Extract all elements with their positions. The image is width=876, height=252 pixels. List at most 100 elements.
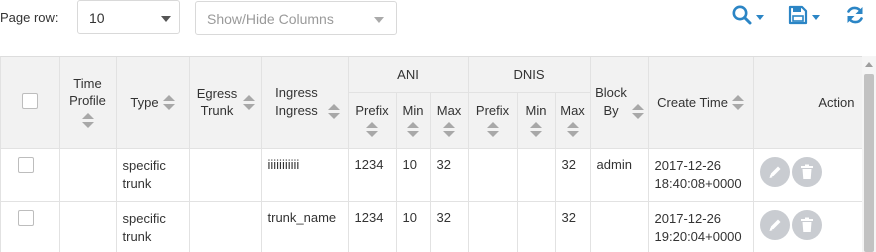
cell-block-by [590,201,649,252]
cell-dnis-max: 32 [555,148,591,202]
sort-icon [632,103,645,119]
refresh-button[interactable] [845,4,865,28]
sort-icon [443,121,456,137]
save-icon [788,5,808,25]
chevron-down-icon [756,15,764,20]
col-block-by-label: Block By [595,85,627,119]
edit-icon [769,166,781,178]
cell-create-time: 2017-12-26 19:20:04+0000 [648,201,754,252]
table-row: specific trunk trunk_name 1234 10 32 32 … [1,201,862,252]
search-button[interactable] [731,4,767,28]
row-checkbox[interactable] [18,209,34,226]
row-select-cell [1,148,60,202]
col-time-profile[interactable]: Time Profile [59,57,117,149]
col-action: Action [753,57,862,149]
cell-time-profile [59,148,117,202]
col-type-label: Type [130,94,159,110]
col-ani-min[interactable]: Min [396,92,431,149]
cell-dnis-prefix [468,201,518,252]
col-type[interactable]: Type [116,57,190,149]
cell-type: specific trunk [116,148,190,202]
col-ingress-label: Ingress Ingress [275,85,318,119]
chevron-down-icon [161,16,171,22]
sort-icon [407,121,419,137]
col-create-time[interactable]: Create Time [648,57,754,149]
page-row-value: 10 [89,10,105,26]
sort-icon [366,121,378,137]
col-ingress[interactable]: Ingress Ingress [261,57,349,149]
delete-button[interactable] [791,209,822,240]
cell-ani-prefix: 1234 [348,201,397,252]
col-egress-trunk[interactable]: Egress Trunk [189,57,262,149]
cell-egress-trunk [189,148,262,202]
data-table: Time Profile Type Egress Trunk Ingress I… [1,57,862,252]
col-create-time-label: Create Time [657,94,728,110]
table-row: specific trunk iiiiiiiiiii 1234 10 32 32… [1,148,862,202]
col-dnis-max[interactable]: Max [555,92,591,149]
cell-ani-max: 32 [430,148,469,202]
group-ani: ANI [348,57,469,93]
col-dnis-prefix-label: Prefix [475,102,510,118]
page-row-select[interactable]: 10 [77,0,180,34]
col-block-by[interactable]: Block By [590,57,649,149]
group-dnis: DNIS [468,57,591,93]
chevron-down-icon [812,15,820,20]
select-all-checkbox[interactable] [21,92,38,109]
col-action-label: Action [818,94,855,110]
cell-actions [753,148,862,202]
refresh-icon [847,6,863,24]
sort-icon [243,94,255,110]
vertical-scrollbar[interactable] [862,56,876,252]
cell-dnis-min [517,148,556,202]
cell-ani-prefix: 1234 [348,148,397,202]
sort-icon [530,121,543,137]
show-hide-columns-placeholder: Show/Hide Columns [207,11,334,27]
col-ani-prefix[interactable]: Prefix [348,92,397,149]
cell-ani-min: 10 [396,148,431,202]
col-ani-prefix-label: Prefix [355,102,389,118]
col-ani-min-label: Min [402,102,424,118]
edit-button[interactable] [759,209,790,240]
cell-dnis-prefix [468,148,518,202]
data-grid: Time Profile Type Egress Trunk Ingress I… [0,56,862,252]
cell-dnis-max: 32 [555,201,591,252]
row-checkbox[interactable] [18,156,34,173]
col-ani-max[interactable]: Max [430,92,469,149]
search-icon [732,5,752,25]
select-all-header [1,57,60,149]
cell-egress-trunk [189,201,262,252]
sort-icon [731,94,744,110]
col-dnis-prefix[interactable]: Prefix [468,92,518,149]
sort-icon [566,121,579,137]
toolbar: Page row: 10 Show/Hide Columns [0,0,876,50]
sort-icon [81,113,94,129]
col-dnis-max-label: Max [560,102,585,118]
cell-block-by: admin [590,148,649,202]
scroll-up-icon[interactable] [865,62,873,67]
cell-type: specific trunk [116,201,190,252]
scrollbar-thumb[interactable] [864,74,874,252]
cell-time-profile [59,201,117,252]
col-ani-max-label: Max [436,102,462,118]
cell-actions [753,201,862,252]
sort-icon [328,103,340,119]
cell-ani-min: 10 [396,201,431,252]
show-hide-columns-select[interactable]: Show/Hide Columns [195,1,397,35]
group-dnis-label: DNIS [513,66,545,82]
delete-icon [800,217,813,232]
sort-icon [486,121,499,137]
page-row-label: Page row: [0,10,59,25]
save-button[interactable] [788,4,824,28]
cell-dnis-min [517,201,556,252]
col-dnis-min-label: Min [525,102,547,118]
cell-ani-max: 32 [430,201,469,252]
delete-icon [800,164,813,179]
col-egress-trunk-label: Egress Trunk [196,86,238,119]
col-time-profile-label: Time Profile [69,76,106,109]
delete-button[interactable] [791,156,822,187]
edit-icon [769,219,781,231]
edit-button[interactable] [759,156,790,187]
col-dnis-min[interactable]: Min [517,92,556,149]
cell-ingress: iiiiiiiiiii [261,148,349,202]
group-ani-label: ANI [397,66,419,82]
